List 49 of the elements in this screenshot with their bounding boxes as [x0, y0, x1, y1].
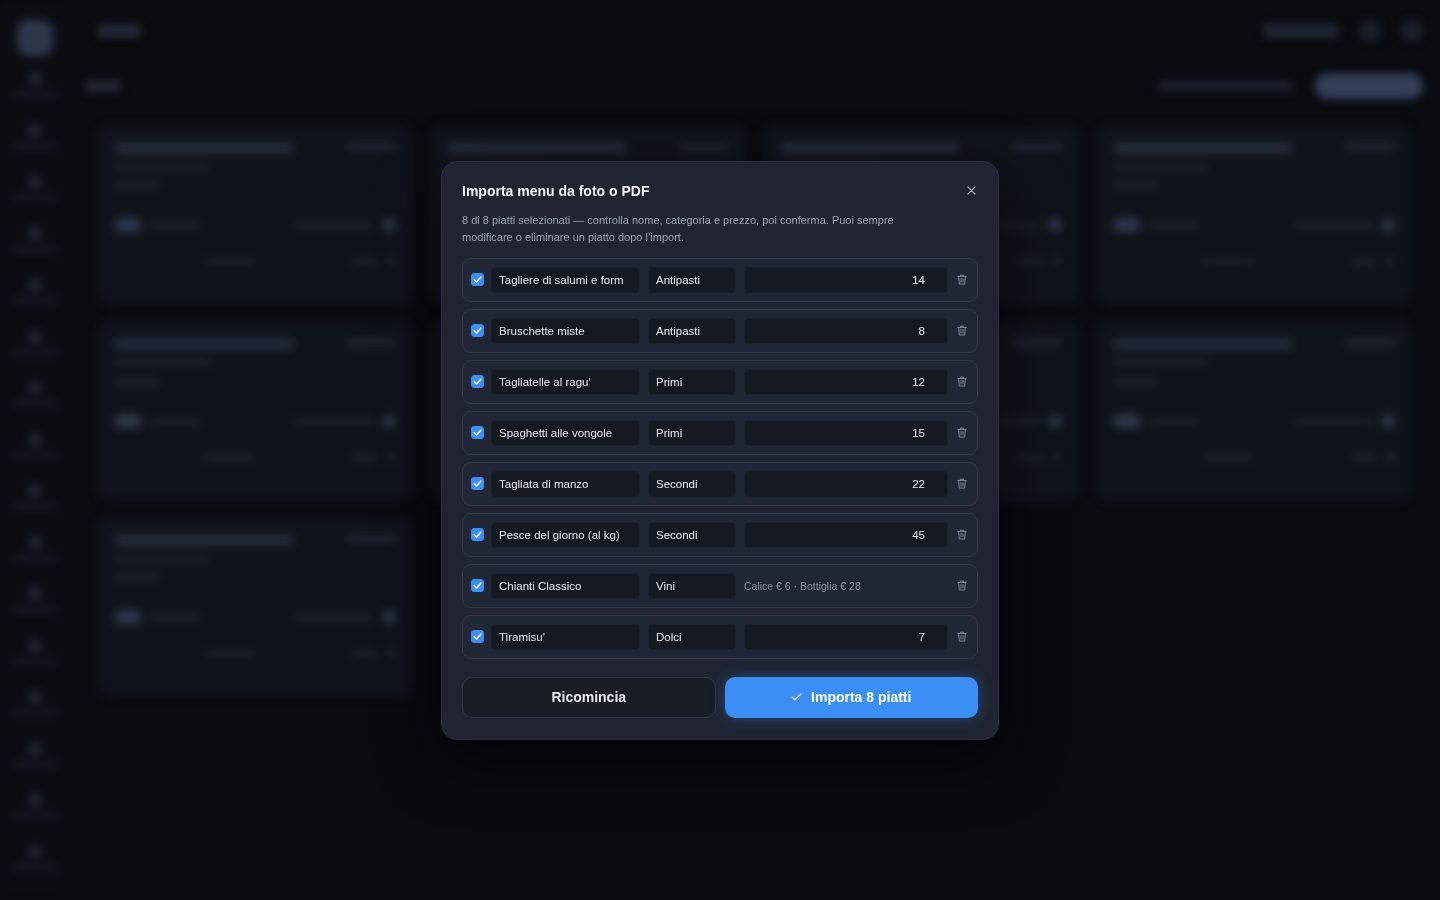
trash-icon[interactable] [957, 529, 967, 540]
close-icon[interactable] [967, 186, 976, 195]
name-field[interactable]: Chianti Classico [491, 572, 640, 599]
name-field[interactable]: Tiramisu' [491, 623, 640, 650]
price-variants-text: Calice € 6 · Bottiglia € 28 [744, 578, 862, 594]
trash-icon[interactable] [957, 274, 967, 285]
name-field[interactable]: Tagliere di salumi e form [491, 266, 640, 293]
name-field[interactable]: Bruschette miste [491, 317, 640, 344]
name-field[interactable]: Tagliatelle al ragu' [491, 368, 640, 395]
trash-icon[interactable] [957, 325, 967, 336]
check-icon [791, 693, 803, 701]
price-field[interactable]: 7 [744, 623, 948, 650]
restart-button[interactable]: Ricomincia [462, 676, 716, 718]
trash-icon[interactable] [957, 580, 967, 591]
trash-icon[interactable] [957, 631, 967, 642]
dialog-description: 8 di 8 piatti selezionati — controlla nome, categoria e prezzo, poi conferma. Puoi sempre modificare o eliminare un piatto dopo l’import. [462, 212, 895, 245]
category-field[interactable]: Secondi [648, 470, 736, 497]
checkbox[interactable] [471, 579, 484, 592]
category-field[interactable]: Dolci [648, 623, 736, 650]
trash-icon[interactable] [957, 427, 967, 438]
price-field[interactable]: 14 [744, 266, 948, 293]
checkbox[interactable] [471, 426, 484, 439]
category-field[interactable]: Primi [648, 419, 736, 446]
price-field[interactable]: 45 [744, 521, 948, 548]
checkbox[interactable] [471, 273, 484, 286]
category-field[interactable]: Vini [648, 572, 736, 599]
price-field[interactable]: 8 [744, 317, 948, 344]
checkbox[interactable] [471, 630, 484, 643]
header-icon-drawing [1401, 20, 1423, 42]
dialog-title: Importa menu da foto o PDF [462, 181, 650, 200]
header-icon-drawing [1359, 20, 1381, 42]
category-field[interactable]: Primi [648, 368, 736, 395]
category-field[interactable]: Secondi [648, 521, 736, 548]
name-field[interactable]: Spaghetti alle vongole [491, 419, 640, 446]
page-title-drawing [97, 25, 141, 37]
name-field[interactable]: Tagliata di manzo [491, 470, 640, 497]
checkbox[interactable] [471, 477, 484, 490]
count-label-drawing [85, 81, 121, 91]
price-field[interactable]: 22 [744, 470, 948, 497]
price-field[interactable]: 15 [744, 419, 948, 446]
category-field[interactable]: Antipasti [648, 266, 736, 293]
trash-icon[interactable] [957, 478, 967, 489]
name-field[interactable]: Pesce del giorno (al kg) [491, 521, 640, 548]
checkbox[interactable] [471, 375, 484, 388]
trash-icon[interactable] [957, 376, 967, 387]
checkbox[interactable] [471, 528, 484, 541]
price-field[interactable]: 12 [744, 368, 948, 395]
category-field[interactable]: Antipasti [648, 317, 736, 344]
checkbox[interactable] [471, 324, 484, 337]
